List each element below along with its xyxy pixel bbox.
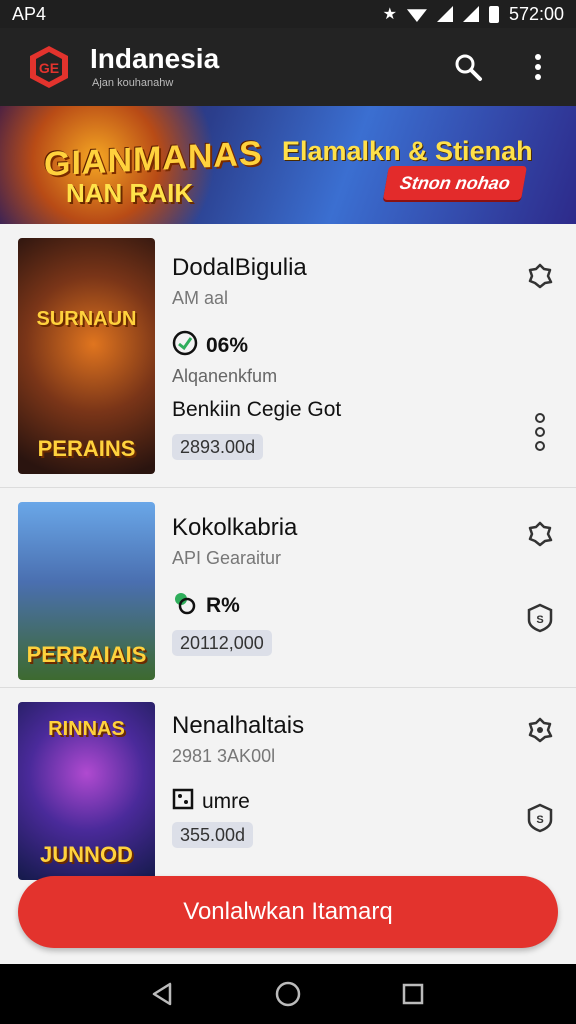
rating-value: R% <box>206 594 240 617</box>
game-name: DodalBigulia <box>172 254 307 281</box>
rating-icon <box>172 590 198 622</box>
list-item[interactable]: PERRAIAIS Kokolkabria API Gearaitur R% 2… <box>0 488 576 688</box>
game-meta: API Gearaitur <box>172 548 282 568</box>
rating: umre <box>172 788 250 816</box>
app-subtitle: Ajan kouhanahw <box>92 77 174 89</box>
search-icon[interactable] <box>448 47 488 87</box>
game-thumbnail[interactable]: RINNAS JUNNOD <box>18 702 155 880</box>
status-bar: AP4 ★ 572:00 <box>0 0 576 28</box>
signal-icon <box>436 6 453 22</box>
thumbnail-caption: PERAINS <box>37 436 136 461</box>
thumbnail-caption: JUNNOD <box>40 842 133 867</box>
list-item[interactable]: RINNAS JUNNOD Nenalhaltais 2981 3AK00l u… <box>0 688 576 888</box>
download-button[interactable]: Vonlalwkan Itamarq <box>18 876 558 948</box>
rating: 06% <box>172 330 248 362</box>
list-item[interactable]: SURNAUN PERAINS DodalBigulia AM aal 06% … <box>0 224 576 488</box>
svg-text:S: S <box>536 614 543 626</box>
battery-icon <box>488 5 499 23</box>
signal-icon-2 <box>462 6 479 22</box>
more-options-icon[interactable] <box>524 413 556 451</box>
settings-icon[interactable] <box>524 260 556 292</box>
app-logo-icon[interactable]: GE <box>26 44 72 90</box>
settings-icon[interactable] <box>524 714 556 746</box>
game-meta: AM aal <box>172 288 229 308</box>
banner-button[interactable]: Stnon nohao <box>383 166 527 200</box>
game-meta: 2981 3AK00l <box>172 746 276 766</box>
rating-icon <box>172 788 194 816</box>
clock: 572:00 <box>508 3 564 24</box>
game-detail: Alqanenkfum <box>172 366 278 386</box>
rating-value: umre <box>202 790 250 813</box>
price-badge: 355.00d <box>172 822 254 848</box>
wifi-icon <box>406 9 427 22</box>
thumbnail-caption: PERRAIAIS <box>26 642 147 667</box>
rating-icon <box>172 330 198 362</box>
rating: R% <box>172 590 240 622</box>
game-thumbnail[interactable]: PERRAIAIS <box>18 502 155 680</box>
more-vert-icon[interactable] <box>518 47 558 87</box>
promo-banner[interactable]: GIANMANAS NAN RAIK Elamalkn & Stienah St… <box>0 106 576 224</box>
back-icon[interactable] <box>143 974 183 1014</box>
settings-icon[interactable] <box>524 518 556 550</box>
thumbnail-title: RINNAS <box>48 718 125 740</box>
app-bar: GE Indanesia Ajan kouhanahw <box>0 28 576 106</box>
silent-icon: ★ <box>382 6 397 23</box>
system-nav-bar <box>0 964 576 1024</box>
status-icons: ★ 572:00 <box>383 4 564 25</box>
game-list: SURNAUN PERAINS DodalBigulia AM aal 06% … <box>0 224 576 888</box>
game-subtitle: Benkiin Cegie Got <box>172 398 342 421</box>
shield-icon[interactable]: S <box>524 802 556 834</box>
rating-value: 06% <box>206 334 249 357</box>
price-badge: 2893.00d <box>172 434 264 460</box>
app-title: Indanesia <box>90 43 220 74</box>
svg-text:GE: GE <box>39 60 59 76</box>
thumbnail-title: SURNAUN <box>36 308 137 330</box>
game-name: Nenalhaltais <box>172 712 305 739</box>
banner-logo-line2: NAN RAIK <box>66 178 194 208</box>
banner-headline: Elamalkn & Stienah <box>282 136 533 166</box>
price-badge: 20112,000 <box>172 630 272 656</box>
recents-icon[interactable] <box>393 974 433 1014</box>
game-name: Kokolkabria <box>172 514 298 541</box>
carrier-label: AP4 <box>12 3 47 24</box>
shield-icon[interactable]: S <box>524 602 556 634</box>
home-icon[interactable] <box>268 974 308 1014</box>
game-thumbnail[interactable]: SURNAUN PERAINS <box>18 238 155 474</box>
svg-text:S: S <box>536 814 543 826</box>
